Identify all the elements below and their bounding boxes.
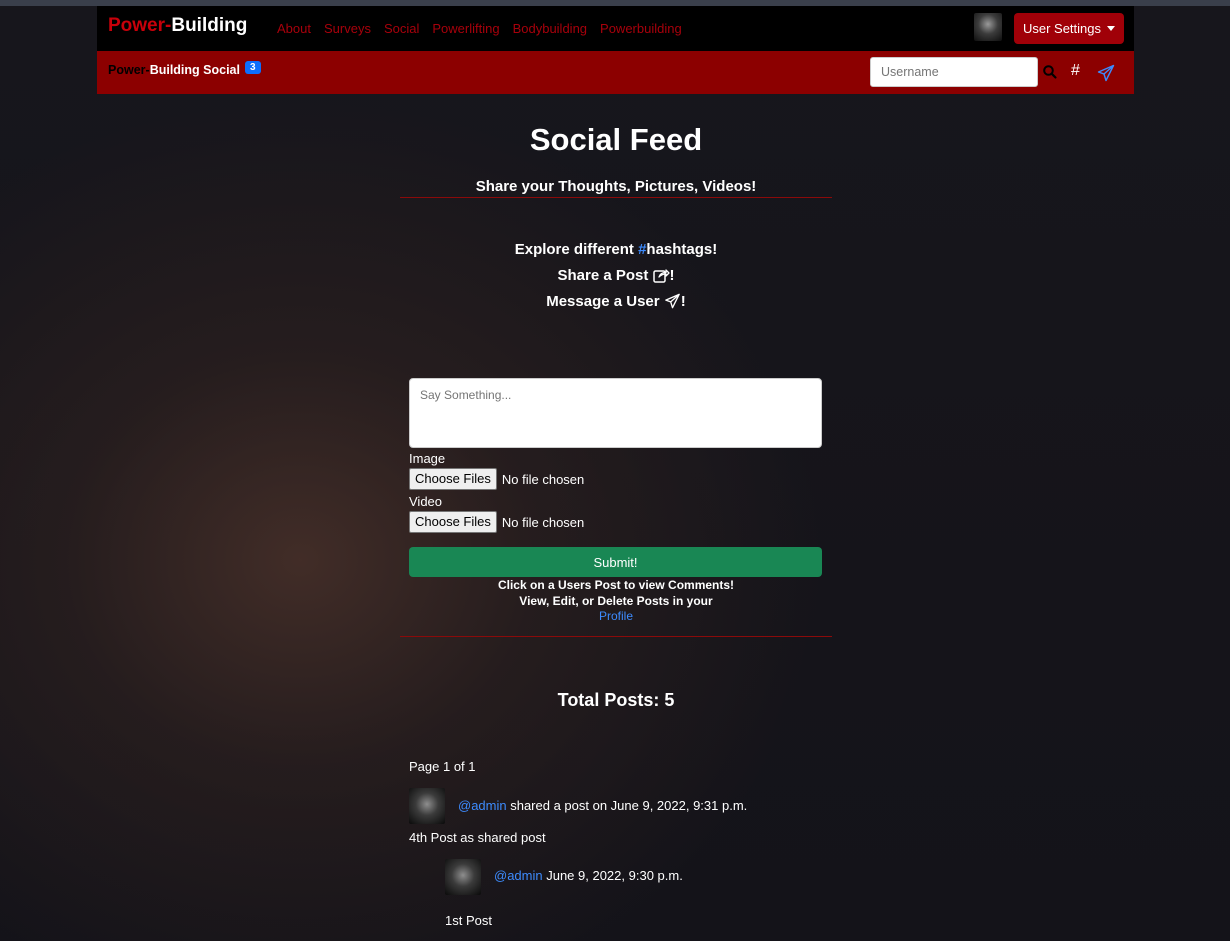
message-user-text: Message a User <box>546 293 660 310</box>
shared-post-header[interactable]: @admin June 9, 2022, 9:30 p.m. <box>494 868 683 883</box>
post-text[interactable]: 4th Post as shared post <box>409 830 546 845</box>
user-settings-dropdown[interactable]: User Settings <box>1014 13 1124 44</box>
image-choose-files-button[interactable]: Choose Files <box>409 468 497 490</box>
profile-link[interactable]: Profile <box>599 609 633 623</box>
page-subtitle: Share your Thoughts, Pictures, Videos! <box>475 178 757 195</box>
brand-text-red: Power- <box>108 15 172 36</box>
nav-link-social[interactable]: Social <box>384 21 419 36</box>
total-posts: Total Posts: 5 <box>557 690 675 710</box>
nav-link-powerlifting[interactable]: Powerlifting <box>432 21 499 36</box>
divider-top <box>400 197 832 198</box>
explore-suffix: hashtags! <box>646 241 718 258</box>
image-label: Image <box>409 451 446 466</box>
nav-links: About Surveys Social Powerlifting Bodybu… <box>277 21 682 36</box>
video-file-row: Choose Files No file chosen <box>409 511 584 533</box>
user-avatar[interactable] <box>974 13 1002 41</box>
send-message-icon[interactable] <box>1097 64 1115 82</box>
post-meta: shared a post on June 9, 2022, 9:31 p.m. <box>506 798 748 813</box>
share-exclaim: ! <box>669 267 675 284</box>
social-brand-white: Building Social <box>149 63 240 77</box>
post-username-link[interactable]: @admin <box>458 798 507 813</box>
social-brand[interactable]: Power-Building Social <box>108 63 240 77</box>
image-file-row: Choose Files No file chosen <box>409 468 584 490</box>
video-choose-files-button[interactable]: Choose Files <box>409 511 497 533</box>
notification-badge[interactable]: 3 <box>245 61 261 74</box>
shared-post-meta: June 9, 2022, 9:30 p.m. <box>542 868 683 883</box>
submit-button[interactable]: Submit! <box>409 547 822 577</box>
profile-link-row: Profile <box>400 609 832 623</box>
shared-post-avatar[interactable] <box>445 859 481 895</box>
help-profile-text: View, Edit, or Delete Posts in your <box>519 594 713 608</box>
brand-text-white: Building <box>171 15 248 36</box>
post-header[interactable]: @admin shared a post on June 9, 2022, 9:… <box>458 798 747 813</box>
shared-post-username-link[interactable]: @admin <box>494 868 543 883</box>
share-post-text: Share a Post <box>557 267 649 284</box>
user-settings-label: User Settings <box>1022 21 1102 36</box>
explore-prefix: Explore different <box>514 241 639 258</box>
nav-link-surveys[interactable]: Surveys <box>324 21 371 36</box>
page-container: Power-Building About Surveys Social Powe… <box>97 6 1134 941</box>
social-brand-black: Power- <box>108 63 150 77</box>
post-avatar[interactable] <box>409 788 445 824</box>
share-icon <box>652 269 670 283</box>
nav-link-about[interactable]: About <box>277 21 311 36</box>
brand-logo[interactable]: Power-Building <box>108 15 247 37</box>
divider-bottom <box>400 636 832 637</box>
post-textarea[interactable] <box>409 378 822 448</box>
video-label: Video <box>409 494 443 509</box>
nav-link-powerbuilding[interactable]: Powerbuilding <box>600 21 682 36</box>
search-icon[interactable] <box>1042 64 1058 80</box>
message-user-line: Message a User ! <box>400 289 832 315</box>
caret-down-icon <box>1107 26 1116 31</box>
hashtag-icon[interactable]: # <box>1071 62 1080 80</box>
share-post-line: Share a Post ! <box>400 263 832 289</box>
page-title: Social Feed <box>529 122 703 157</box>
top-navbar: Power-Building About Surveys Social Powe… <box>97 6 1134 51</box>
username-search-input[interactable] <box>870 57 1038 87</box>
video-file-status: No file chosen <box>501 514 585 530</box>
message-exclaim: ! <box>680 293 686 310</box>
explore-hashtags-line: Explore different #hashtags! <box>400 237 832 263</box>
send-icon <box>664 293 680 309</box>
social-subbar: Power-Building Social 3 # <box>97 51 1134 94</box>
explore-section: Explore different #hashtags! Share a Pos… <box>400 237 832 315</box>
image-file-status: No file chosen <box>501 471 585 487</box>
nav-link-bodybuilding[interactable]: Bodybuilding <box>513 21 587 36</box>
shared-post-text[interactable]: 1st Post <box>445 913 492 928</box>
page-info: Page 1 of 1 <box>409 759 476 774</box>
help-comments-text: Click on a Users Post to view Comments! <box>497 578 735 592</box>
